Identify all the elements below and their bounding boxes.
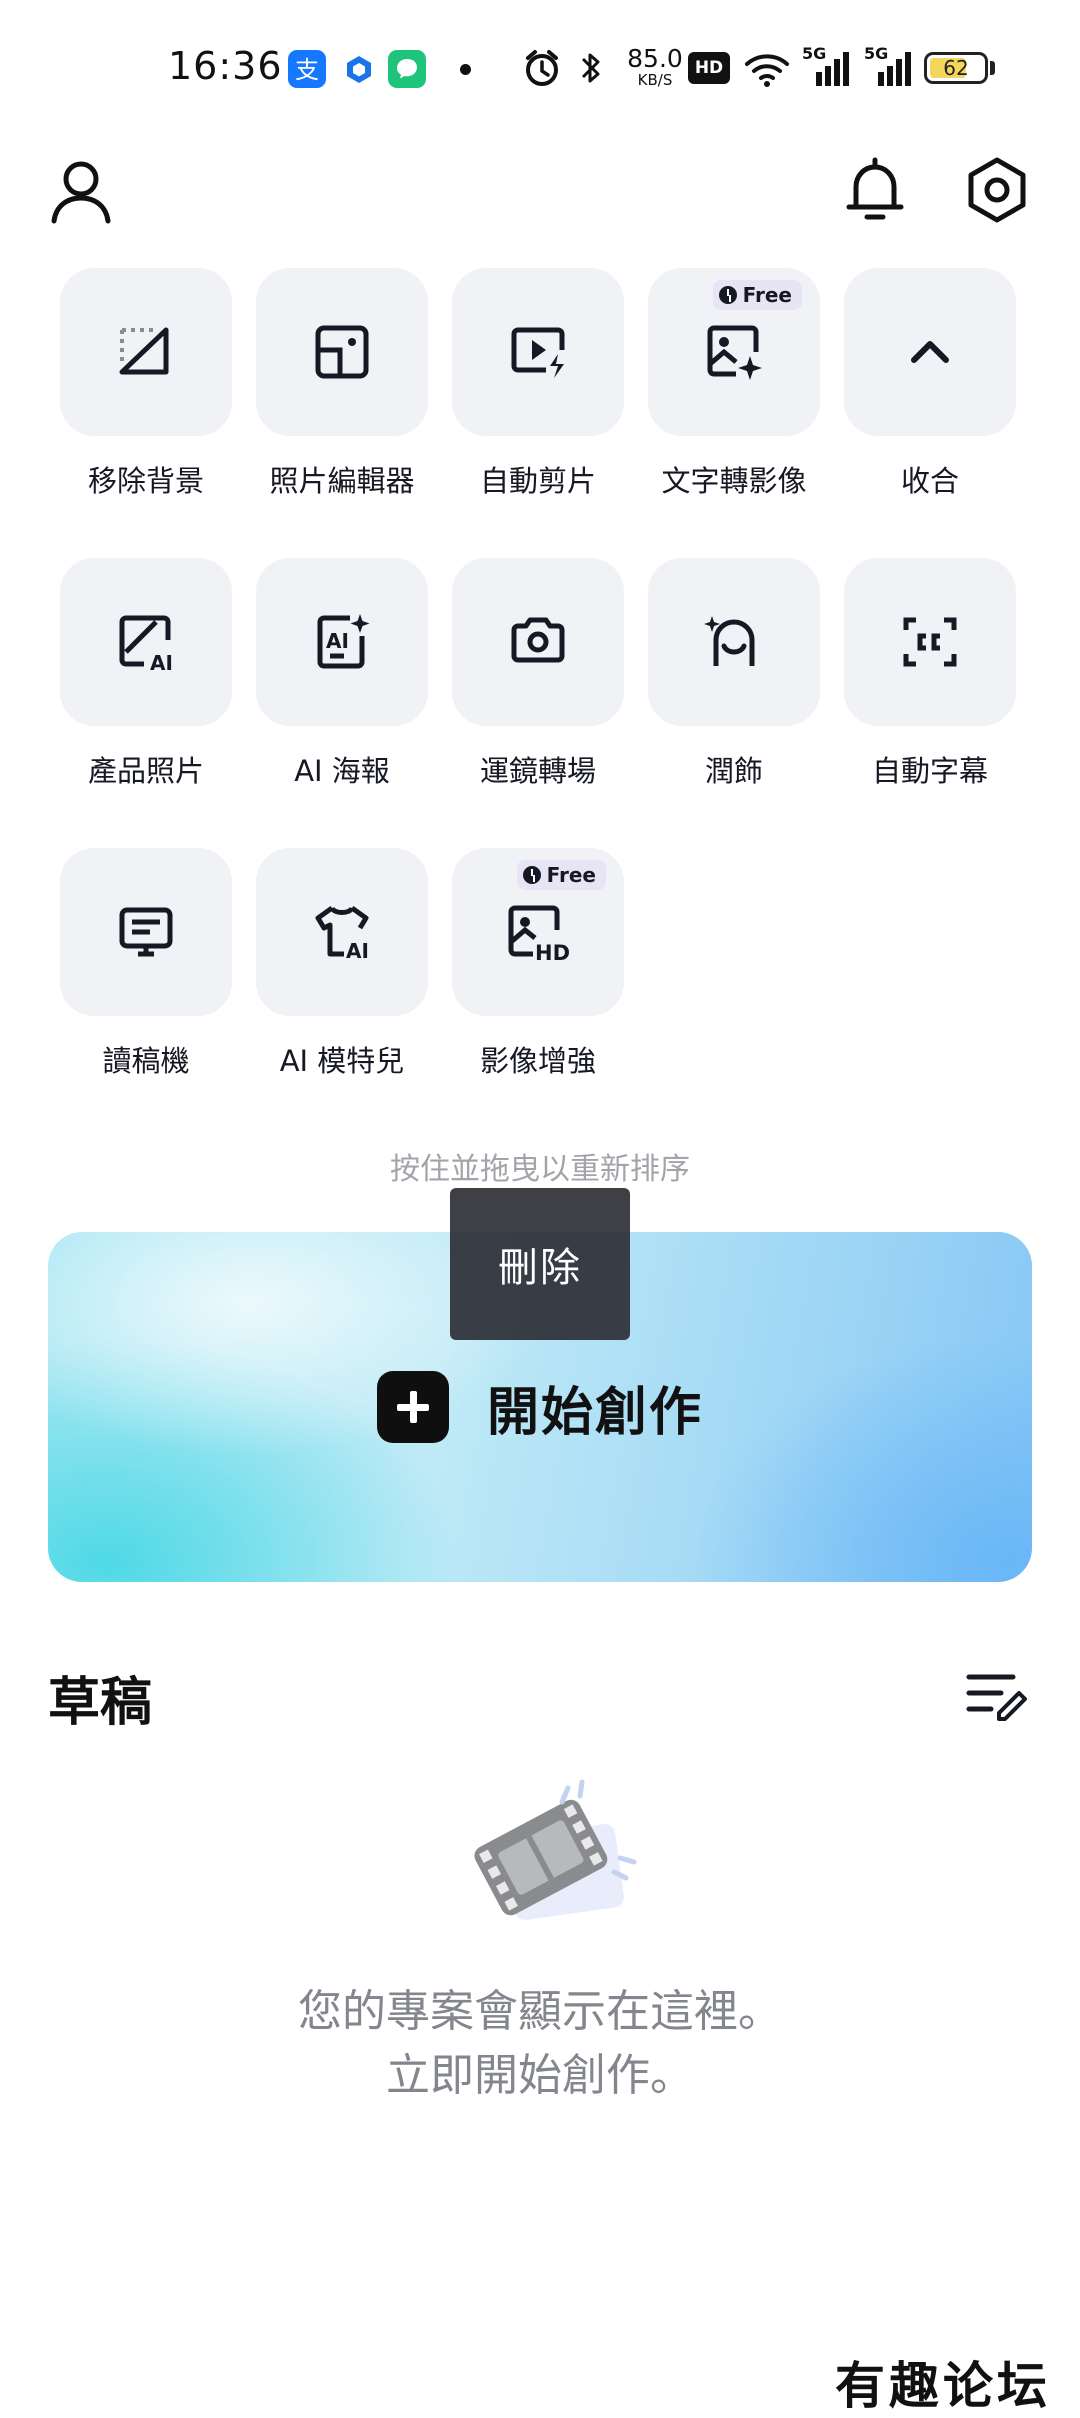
tool-tile[interactable]: AI [60,558,232,726]
alipay-icon: 支 [288,50,326,88]
person-icon[interactable] [46,155,116,225]
signal-icon: 5G [802,44,854,90]
tool-auto-captions[interactable]: 自動字幕 [844,558,1016,790]
product-photo-icon: AI [119,615,173,674]
tool-retouch[interactable]: 潤飾 [648,558,820,790]
chevron-up-icon [911,341,949,363]
tool-tile[interactable] [256,268,428,436]
ai-poster-icon: AI [317,614,370,669]
clock-icon [718,286,737,304]
tool-tile[interactable]: AI [256,848,428,1016]
bell-icon[interactable] [840,155,910,225]
free-badge: Free [516,860,606,890]
image-enhance-hd-icon: HD [508,905,570,964]
tool-teleprompter[interactable]: 讀稿機 [60,848,232,1080]
svg-text:AI: AI [346,939,369,963]
free-badge-label: Free [742,283,792,307]
tool-image-enhance[interactable]: Free HD 影像增強 [452,848,624,1080]
tool-label: 文字轉影像 [661,464,807,498]
tool-text-to-image[interactable]: Free 文字轉影像 [648,268,820,500]
camera-icon [511,617,565,663]
tool-label: AI 海報 [294,754,390,788]
network-speed-value: 85.0 [627,44,683,73]
tool-tile[interactable]: Free [648,268,820,436]
remove-background-icon [119,327,169,375]
tool-label: AI 模特兒 [279,1044,405,1078]
svg-text:AI: AI [150,651,173,674]
hd-voice-badge: HD [688,52,730,84]
tool-auto-cut[interactable]: 自動剪片 [452,268,624,500]
tool-label: 潤飾 [704,754,763,788]
notification-dot [460,64,471,75]
auto-cut-icon [511,327,565,378]
plus-icon [376,1371,449,1443]
tool-photo-editor[interactable]: 照片編輯器 [256,268,428,500]
captions-icon [903,617,957,667]
watermark: 有趣论坛 [835,2356,1051,2415]
hd-voice-label: HD [694,58,724,78]
tool-label: 自動字幕 [871,754,988,788]
free-badge-label: Free [546,863,596,887]
tool-tile[interactable] [452,268,624,436]
retouch-icon [704,616,755,666]
tool-tile[interactable] [844,558,1016,726]
network-speed: 85.0 KB/S [625,46,685,88]
tool-label: 自動剪片 [479,464,596,498]
clock-icon [522,866,541,884]
svg-text:HD: HD [535,941,570,964]
drafts-title: 草稿 [48,1673,153,1733]
start-creating-label: 開始創作 [486,1382,703,1443]
tool-camera-transition[interactable]: 運鏡轉場 [452,558,624,790]
empty-drafts-message: 您的專案會顯示在這裡。 立即開始創作。 [0,1980,1080,2108]
cube-app-icon [340,50,378,88]
tool-label: 照片編輯器 [269,464,415,498]
tool-label: 影像增強 [479,1044,596,1078]
tool-tile[interactable] [844,268,1016,436]
film-clip-illustration [460,1768,640,1938]
tool-tile[interactable]: Free HD [452,848,624,1016]
teleprompter-icon [119,907,173,957]
wifi-icon [742,46,792,90]
tool-tile[interactable]: AI [256,558,428,726]
tool-tile[interactable] [60,848,232,1016]
tool-ai-model[interactable]: AI AI 模特兒 [256,848,428,1080]
network-speed-unit: KB/S [637,71,673,89]
messaging-app-icon [388,50,426,88]
alarm-icon [522,46,562,90]
tool-label: 產品照片 [87,754,204,788]
tool-tile[interactable] [60,268,232,436]
empty-line-2: 立即開始創作。 [386,2050,694,2101]
list-edit-icon[interactable] [965,1665,1029,1725]
signal-icon-2: 5G [864,44,916,90]
svg-text:支: 支 [295,56,319,84]
svg-text:AI: AI [326,629,349,653]
tool-remove-background[interactable]: 移除背景 [60,268,232,500]
tool-ai-poster[interactable]: AI AI 海報 [256,558,428,790]
tool-label: 讀稿機 [102,1044,190,1078]
bluetooth-icon [578,46,604,90]
hexagon-gear-icon[interactable] [962,155,1032,225]
tool-tile[interactable] [452,558,624,726]
photo-editor-icon [315,325,369,379]
status-bar: 16:36 支 85.0 KB/S HD 5G 5G 62 [0,0,1080,140]
battery-level: 62 [943,56,969,80]
tool-label: 運鏡轉場 [479,754,596,788]
tool-collapse[interactable]: 收合 [844,268,1016,500]
delete-popup-button[interactable]: 刪除 [450,1188,630,1340]
text-to-image-icon [707,325,762,380]
tool-label: 收合 [900,464,959,498]
tool-label: 移除背景 [87,464,204,498]
tool-product-photo[interactable]: AI 產品照片 [60,558,232,790]
empty-line-1: 您的專案會顯示在這裡。 [298,1986,782,2037]
reorder-hint: 按住並拖曳以重新排序 [390,1152,690,1187]
battery-cap [990,61,995,75]
ai-model-shirt-icon: AI [315,905,369,963]
status-time: 16:36 [168,44,283,88]
free-badge: Free [712,280,802,310]
battery-icon: 62 [924,52,988,84]
tool-tile[interactable] [648,558,820,726]
